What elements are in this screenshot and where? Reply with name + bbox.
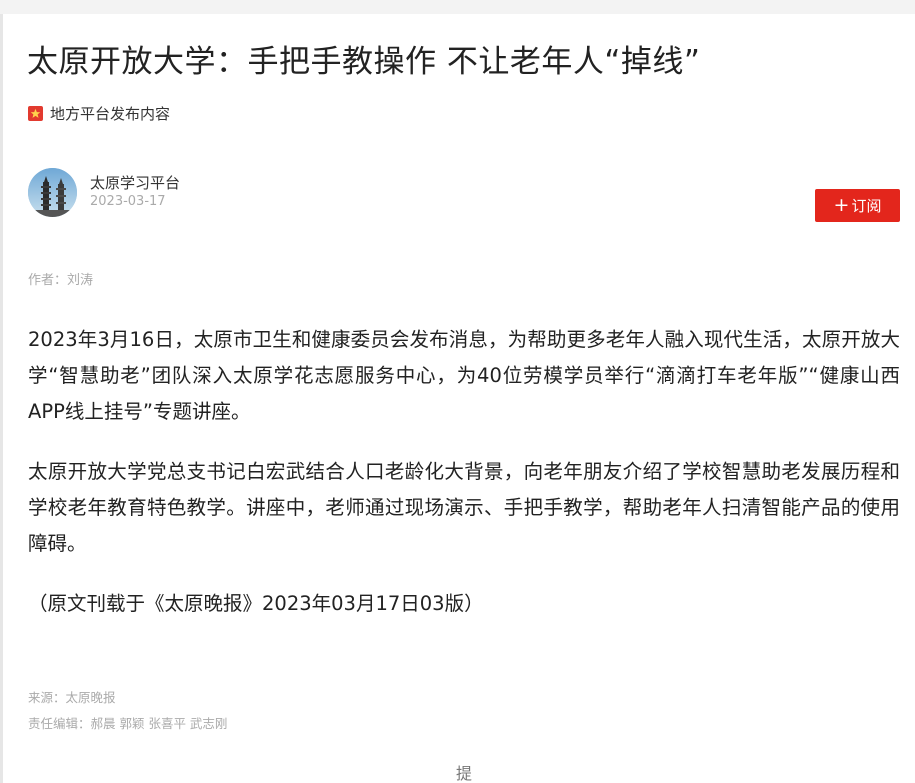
star-badge-icon [28, 105, 43, 121]
origin-label: 地方平台发布内容 [50, 104, 171, 123]
publisher-name[interactable]: 太原学习平台 [90, 172, 180, 193]
publish-date: 2023-03-17 [90, 194, 166, 209]
page: 太原开放大学：手把手教操作 不让老年人“掉线” 地方平台发布内容 太原学习平台 … [0, 0, 915, 783]
author-line: 作者：刘涛 [28, 273, 94, 288]
subscribe-label: 订阅 [851, 197, 882, 215]
plus-icon: + [833, 194, 850, 216]
article-title: 太原开放大学：手把手教操作 不让老年人“掉线” [27, 44, 701, 80]
body-paragraph: 太原开放大学党总支书记白宏武结合人口老龄化大背景，向老年朋友介绍了学校智慧助老发… [28, 460, 900, 555]
subscribe-button[interactable]: + 订阅 [815, 189, 900, 222]
article-body: 2023年3月16日，太原市卫生和健康委员会发布消息，为帮助更多老年人融入现代生… [28, 322, 900, 646]
publisher-avatar[interactable] [28, 168, 77, 217]
origin-row: 地方平台发布内容 [28, 102, 170, 124]
original-source-note: （原文刊载于《太原晚报》2023年03月17日03版） [28, 592, 484, 615]
source-line: 来源：太原晚报 [28, 690, 116, 705]
body-paragraph: 2023年3月16日，太原市卫生和健康委员会发布消息，为帮助更多老年人融入现代生… [28, 328, 900, 423]
article-card: 太原开放大学：手把手教操作 不让老年人“掉线” 地方平台发布内容 太原学习平台 … [0, 14, 915, 783]
editors-line: 责任编辑：郝晨 郭颖 张喜平 武志刚 [28, 716, 228, 731]
tip-label: 提 醒 [455, 764, 472, 783]
publisher-row: 太原学习平台 2023-03-17 + 订阅 [28, 168, 900, 228]
